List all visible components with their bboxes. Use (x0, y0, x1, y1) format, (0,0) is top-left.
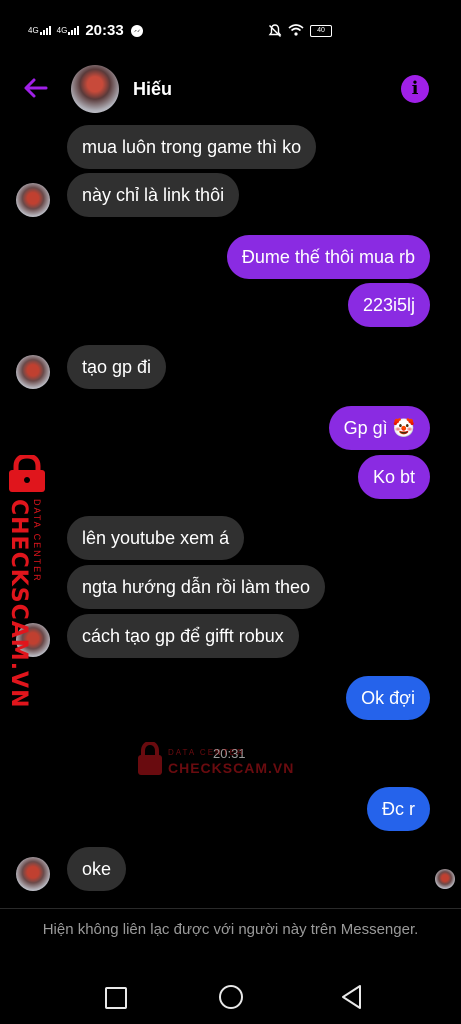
messenger-icon (130, 24, 143, 37)
watermark-subtitle: DATA CENTER (168, 748, 245, 757)
message-outgoing[interactable]: Ko bt (357, 455, 430, 499)
status-bar: 4G 4G 20:33 40 (0, 0, 461, 60)
signal-icon-2: 4G (57, 26, 80, 35)
contact-avatar[interactable] (71, 65, 119, 113)
message-outgoing[interactable]: 223i5lj (347, 283, 430, 327)
chat-header: Hiếu i (0, 60, 461, 120)
system-nav-bar (0, 970, 461, 1024)
contact-name[interactable]: Hiếu (133, 79, 172, 100)
read-receipt-avatar (435, 869, 455, 889)
message-outgoing[interactable]: Gp gì 🤡 (328, 406, 430, 450)
message-incoming[interactable]: lên youtube xem á (67, 516, 245, 560)
watermark-brand: CHECKSCAM.VN (6, 499, 31, 709)
back-arrow-icon[interactable] (22, 74, 50, 102)
message-outgoing[interactable]: Đume thế thôi mua rb (226, 235, 430, 279)
watermark-subtitle: DATA CENTER (32, 499, 42, 583)
message-outgoing[interactable]: Đc r (367, 787, 430, 831)
mute-icon (268, 24, 282, 37)
info-icon[interactable]: i (401, 75, 429, 103)
unavailable-notice: Hiện không liên lạc được với người này t… (42, 921, 419, 938)
message-incoming[interactable]: này chỉ là link thôi (67, 173, 240, 217)
status-time: 20:33 (85, 22, 124, 39)
lock-icon (9, 455, 45, 492)
message-outgoing[interactable]: Ok đợi (346, 676, 430, 720)
sender-avatar[interactable] (16, 355, 50, 389)
message-incoming[interactable]: ngta hướng dẫn rồi làm theo (67, 565, 325, 609)
footer-divider (0, 908, 461, 909)
signal-icon: 4G (28, 26, 51, 35)
message-incoming[interactable]: mua luôn trong game thì ko (67, 125, 317, 169)
home-button[interactable] (219, 985, 243, 1009)
watermark-center: DATA CENTER CHECKSCAM.VN (136, 742, 296, 782)
lock-icon (138, 742, 162, 775)
wifi-icon (288, 24, 304, 36)
watermark-side: CHECKSCAM.VN DATA CENTER (2, 455, 52, 708)
sender-avatar[interactable] (16, 857, 50, 891)
message-incoming[interactable]: oke (67, 847, 127, 891)
message-incoming[interactable]: tạo gp đi (67, 345, 167, 389)
network-type-1: 4G (28, 26, 39, 35)
recent-apps-button[interactable] (105, 987, 127, 1009)
nav-back-button[interactable] (340, 984, 364, 1010)
network-type-2: 4G (56, 26, 68, 35)
watermark-brand: CHECKSCAM.VN (168, 760, 295, 776)
message-incoming[interactable]: cách tạo gp để gifft robux (67, 614, 299, 658)
battery-indicator: 40 (310, 25, 332, 37)
sender-avatar[interactable] (16, 183, 50, 217)
